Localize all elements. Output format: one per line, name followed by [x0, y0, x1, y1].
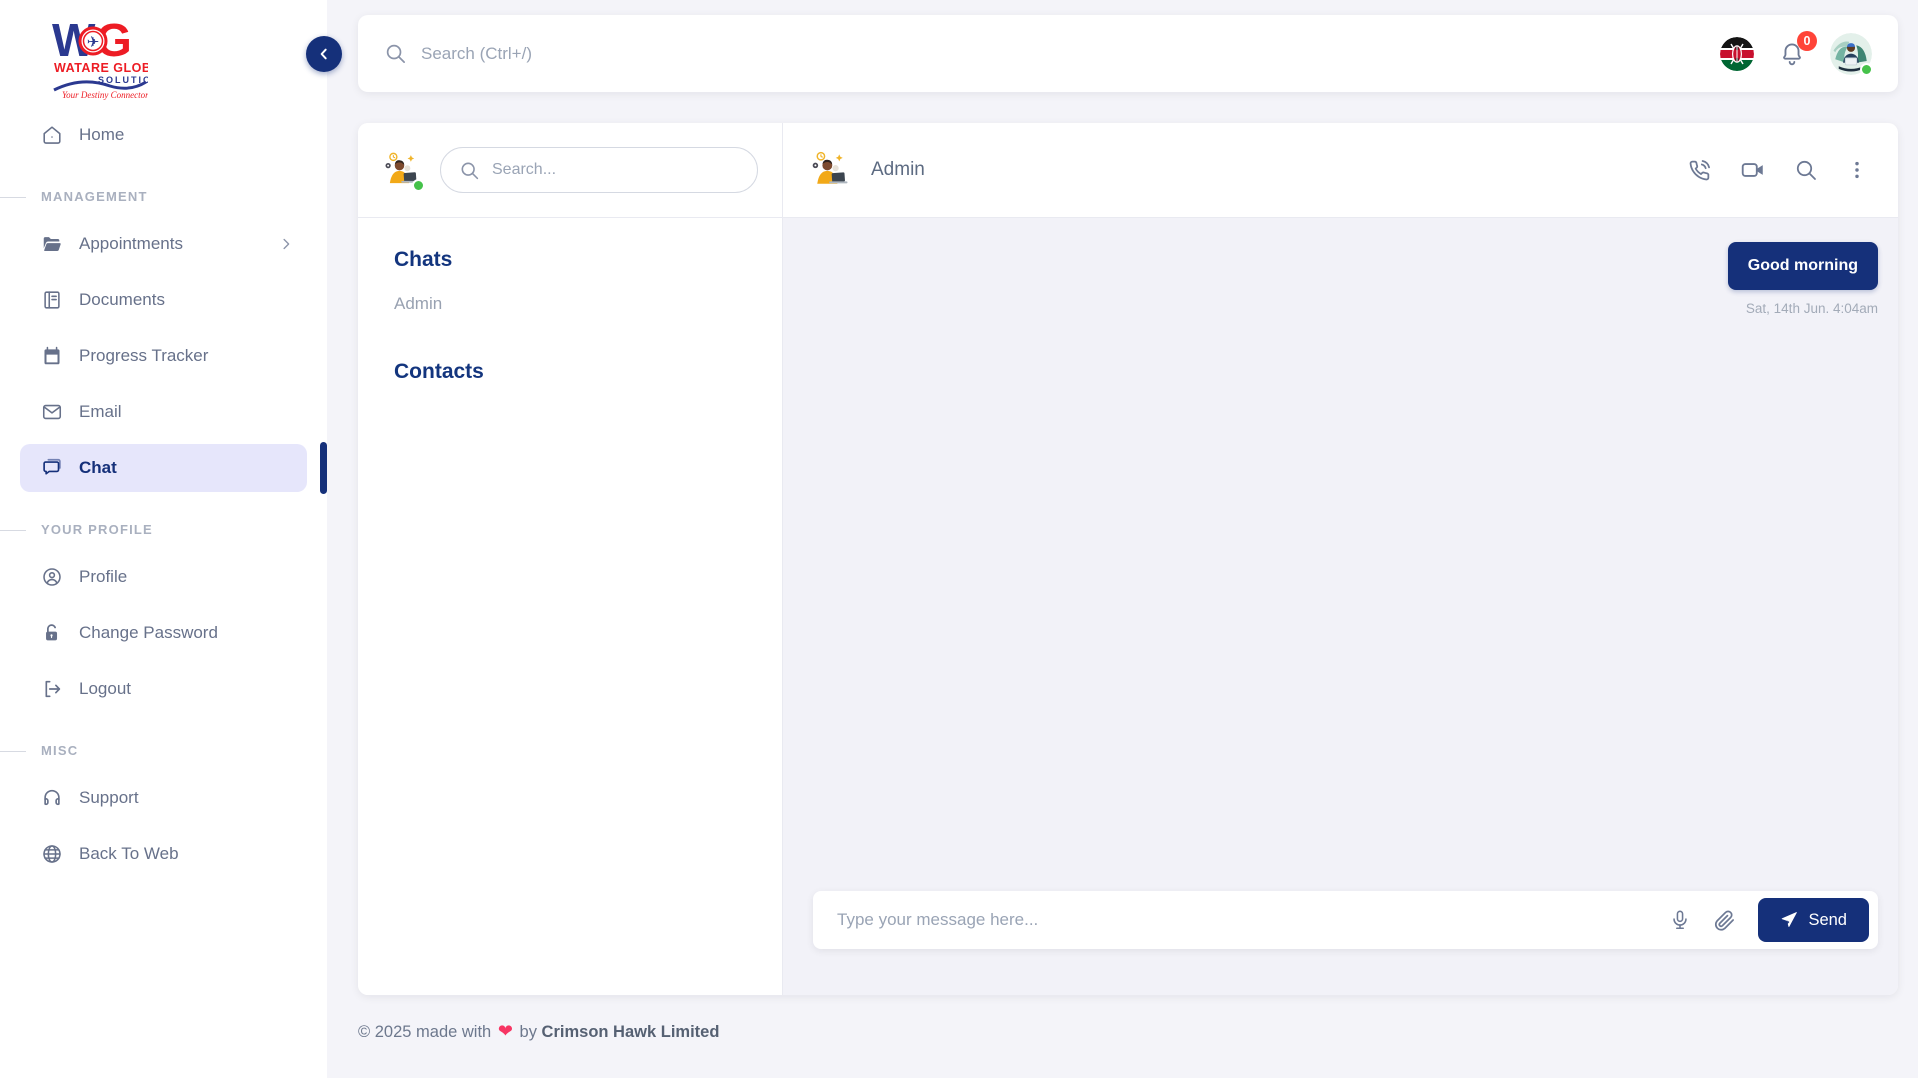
- logo-name: WATARE GLOBAL: [54, 61, 148, 75]
- footer-by: by: [520, 1023, 537, 1041]
- online-status-dot: [412, 179, 425, 192]
- chat-search-input[interactable]: [492, 161, 739, 179]
- watare-global-logo-graphic: W G ✈ WATARE GLOBAL SOLUTIONS Your Desti…: [52, 14, 148, 100]
- user-avatar[interactable]: [1830, 33, 1872, 75]
- logo-plane-icon: ✈: [87, 34, 100, 51]
- sidebar-item-label: Appointments: [79, 234, 183, 254]
- sidebar-item-label: Chat: [79, 458, 117, 478]
- document-icon: [41, 289, 63, 311]
- sidebar-item-appointments[interactable]: Appointments: [20, 220, 307, 268]
- footer: © 2025 made with ❤ by Crimson Hawk Limit…: [358, 1021, 1898, 1042]
- chevron-right-icon: [277, 235, 295, 253]
- conversation-body: Good morning Sat, 14th Jun. 4:04am: [783, 218, 1898, 995]
- sidebar-item-label: Support: [79, 788, 139, 808]
- folder-icon: [41, 233, 63, 255]
- sidebar-item-change-password[interactable]: Change Password: [20, 609, 307, 657]
- message-input[interactable]: [837, 910, 1669, 930]
- sidebar-item-label: Progress Tracker: [79, 346, 208, 366]
- search-icon: [459, 160, 480, 181]
- chat-sidebar-header: [358, 123, 782, 218]
- conversation-panel: Admin Go: [783, 123, 1898, 995]
- calendar-icon: [41, 345, 63, 367]
- more-menu-button[interactable]: [1846, 159, 1868, 181]
- home-icon: [41, 124, 63, 146]
- conversation-search-button[interactable]: [1794, 158, 1818, 182]
- sidebar-item-home[interactable]: Home: [20, 111, 307, 159]
- sidebar: W G ✈ WATARE GLOBAL SOLUTIONS Your Desti…: [0, 0, 327, 1078]
- search-icon: [384, 42, 407, 65]
- heart-icon: ❤: [498, 1021, 513, 1041]
- sidebar-item-email[interactable]: Email: [20, 388, 307, 436]
- lock-open-icon: [41, 622, 63, 644]
- section-label-misc: MISC: [20, 743, 307, 758]
- message-composer: Send: [813, 891, 1878, 949]
- my-chat-avatar[interactable]: [382, 149, 424, 191]
- message-group-outgoing: Good morning Sat, 14th Jun. 4:04am: [1728, 242, 1878, 316]
- notifications-button[interactable]: 0: [1778, 40, 1806, 68]
- conversation-title: Admin: [871, 159, 925, 181]
- sidebar-item-logout[interactable]: Logout: [20, 665, 307, 713]
- send-label: Send: [1808, 911, 1847, 930]
- sidebar-item-profile[interactable]: Profile: [20, 553, 307, 601]
- sidebar-item-chat[interactable]: Chat: [20, 444, 307, 492]
- user-icon: [41, 566, 63, 588]
- main-content: 0: [327, 0, 1918, 1078]
- globe-icon: [41, 843, 63, 865]
- logout-icon: [41, 678, 63, 700]
- sidebar-item-label: Profile: [79, 567, 127, 587]
- chat-search-box: [440, 147, 758, 193]
- headset-icon: [41, 787, 63, 809]
- footer-copyright: © 2025 made with: [358, 1023, 491, 1041]
- sidebar-item-label: Back To Web: [79, 844, 179, 864]
- sidebar-item-label: Documents: [79, 290, 165, 310]
- section-label-management: MANAGEMENT: [20, 189, 307, 204]
- attachment-icon[interactable]: [1713, 909, 1736, 932]
- conversation-header: Admin: [783, 123, 1898, 218]
- video-call-button[interactable]: [1740, 157, 1766, 183]
- sidebar-item-label: Email: [79, 402, 122, 422]
- section-label-your-profile: YOUR PROFILE: [20, 522, 307, 537]
- contacts-heading: Contacts: [394, 360, 746, 384]
- chat-list-item-admin[interactable]: Admin: [394, 294, 746, 314]
- mail-icon: [41, 401, 63, 423]
- notification-badge: 0: [1797, 31, 1817, 51]
- chats-heading: Chats: [394, 248, 746, 272]
- sidebar-item-back-to-web[interactable]: Back To Web: [20, 830, 307, 878]
- chat-icon: [41, 457, 63, 479]
- chat-list: Chats Admin Contacts: [358, 218, 782, 414]
- sidebar-nav: Home MANAGEMENT Appointments Documents P…: [0, 111, 327, 878]
- sidebar-item-support[interactable]: Support: [20, 774, 307, 822]
- global-search-input[interactable]: [421, 44, 1720, 64]
- conversation-avatar[interactable]: [809, 148, 853, 192]
- sidebar-item-label: Change Password: [79, 623, 218, 643]
- online-status-dot: [1860, 63, 1873, 76]
- sidebar-item-label: Logout: [79, 679, 131, 699]
- sidebar-item-documents[interactable]: Documents: [20, 276, 307, 324]
- brand-logo[interactable]: W G ✈ WATARE GLOBAL SOLUTIONS Your Desti…: [0, 0, 327, 111]
- chevron-left-icon: [316, 46, 332, 62]
- send-button[interactable]: Send: [1758, 898, 1869, 942]
- voice-call-button[interactable]: [1687, 158, 1712, 183]
- chat-app-card: Chats Admin Contacts Admin: [358, 123, 1898, 995]
- microphone-icon[interactable]: [1669, 909, 1691, 931]
- message-timestamp: Sat, 14th Jun. 4:04am: [1728, 301, 1878, 316]
- footer-company-link[interactable]: Crimson Hawk Limited: [542, 1023, 720, 1041]
- chat-sidebar-panel: Chats Admin Contacts: [358, 123, 783, 995]
- sidebar-item-label: Home: [79, 125, 124, 145]
- sidebar-collapse-button[interactable]: [306, 36, 342, 72]
- message-bubble: Good morning: [1728, 242, 1878, 290]
- conversation-avatar-illustration: [809, 148, 853, 192]
- conversation-actions: [1687, 157, 1868, 183]
- send-plane-icon: [1780, 911, 1798, 929]
- logo-tagline: Your Destiny Connector: [62, 90, 148, 100]
- sidebar-item-progress-tracker[interactable]: Progress Tracker: [20, 332, 307, 380]
- top-app-bar: 0: [358, 15, 1898, 92]
- language-flag-kenya[interactable]: [1720, 37, 1754, 71]
